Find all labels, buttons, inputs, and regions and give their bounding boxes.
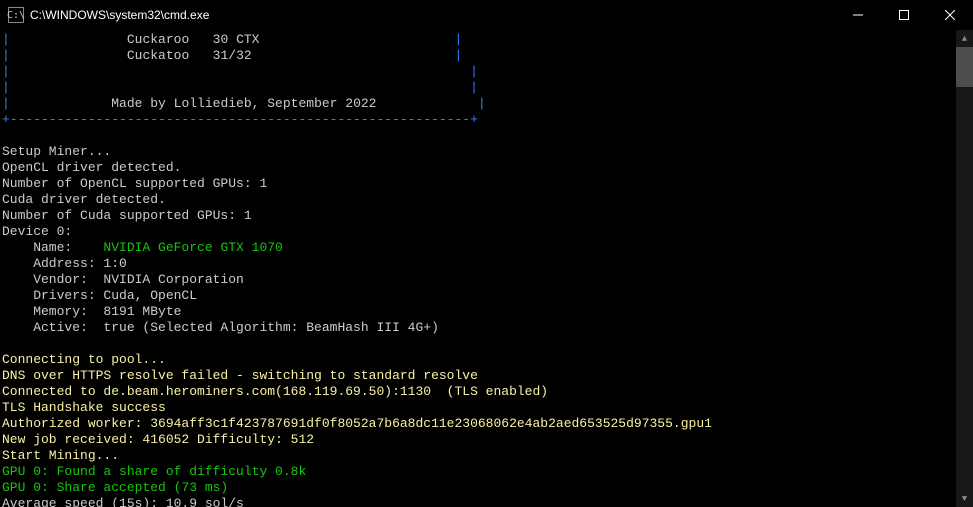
device-memory: Memory: 8191 MByte (2, 304, 973, 320)
banner-row: | Cuckaroo 30 CTX | (2, 32, 973, 48)
banner-row: | Cuckatoo 31/32 | (2, 48, 973, 64)
device-header: Device 0: (2, 224, 973, 240)
conn-line: Connecting to pool... (2, 352, 973, 368)
gpu-line: GPU 0: Found a share of difficulty 0.8k (2, 464, 973, 480)
cmd-icon: C:\ (8, 7, 24, 23)
banner-divider: +---------------------------------------… (2, 112, 973, 128)
close-button[interactable] (927, 0, 973, 30)
minimize-button[interactable] (835, 0, 881, 30)
vertical-scrollbar[interactable]: ▲ ▼ (956, 30, 973, 507)
terminal-output: | Cuckaroo 30 CTX | | Cuckatoo 31/32 | |… (0, 30, 973, 507)
setup-line: OpenCL driver detected. (2, 160, 973, 176)
banner-credits: | Made by Lolliedieb, September 2022 | (2, 96, 973, 112)
conn-line: New job received: 416052 Difficulty: 512 (2, 432, 973, 448)
conn-line: Start Mining... (2, 448, 973, 464)
minimize-icon (853, 10, 863, 20)
banner-row: | | (2, 80, 973, 96)
blank-line (2, 128, 973, 144)
window-titlebar: C:\ C:\WINDOWS\system32\cmd.exe (0, 0, 973, 30)
conn-line: Authorized worker: 3694aff3c1f423787691d… (2, 416, 973, 432)
setup-line: Cuda driver detected. (2, 192, 973, 208)
conn-line: Connected to de.beam.herominers.com(168.… (2, 384, 973, 400)
maximize-icon (899, 10, 909, 20)
scroll-down-arrow-icon[interactable]: ▼ (956, 490, 973, 507)
setup-line: Number of OpenCL supported GPUs: 1 (2, 176, 973, 192)
device-drivers: Drivers: Cuda, OpenCL (2, 288, 973, 304)
device-address: Address: 1:0 (2, 256, 973, 272)
gpu-line: GPU 0: Share accepted (73 ms) (2, 480, 973, 496)
device-name: Name: NVIDIA GeForce GTX 1070 (2, 240, 973, 256)
banner-row: | | (2, 64, 973, 80)
scroll-up-arrow-icon[interactable]: ▲ (956, 30, 973, 47)
window-controls (835, 0, 973, 30)
setup-line: Setup Miner... (2, 144, 973, 160)
conn-line: TLS Handshake success (2, 400, 973, 416)
maximize-button[interactable] (881, 0, 927, 30)
conn-line: DNS over HTTPS resolve failed - switchin… (2, 368, 973, 384)
blank-line (2, 336, 973, 352)
window-title: C:\WINDOWS\system32\cmd.exe (30, 8, 835, 22)
setup-line: Number of Cuda supported GPUs: 1 (2, 208, 973, 224)
speed-line: Average speed (15s): 10.9 sol/s (2, 496, 973, 507)
scrollbar-thumb[interactable] (956, 47, 973, 87)
device-vendor: Vendor: NVIDIA Corporation (2, 272, 973, 288)
close-icon (945, 10, 955, 20)
device-active: Active: true (Selected Algorithm: BeamHa… (2, 320, 973, 336)
